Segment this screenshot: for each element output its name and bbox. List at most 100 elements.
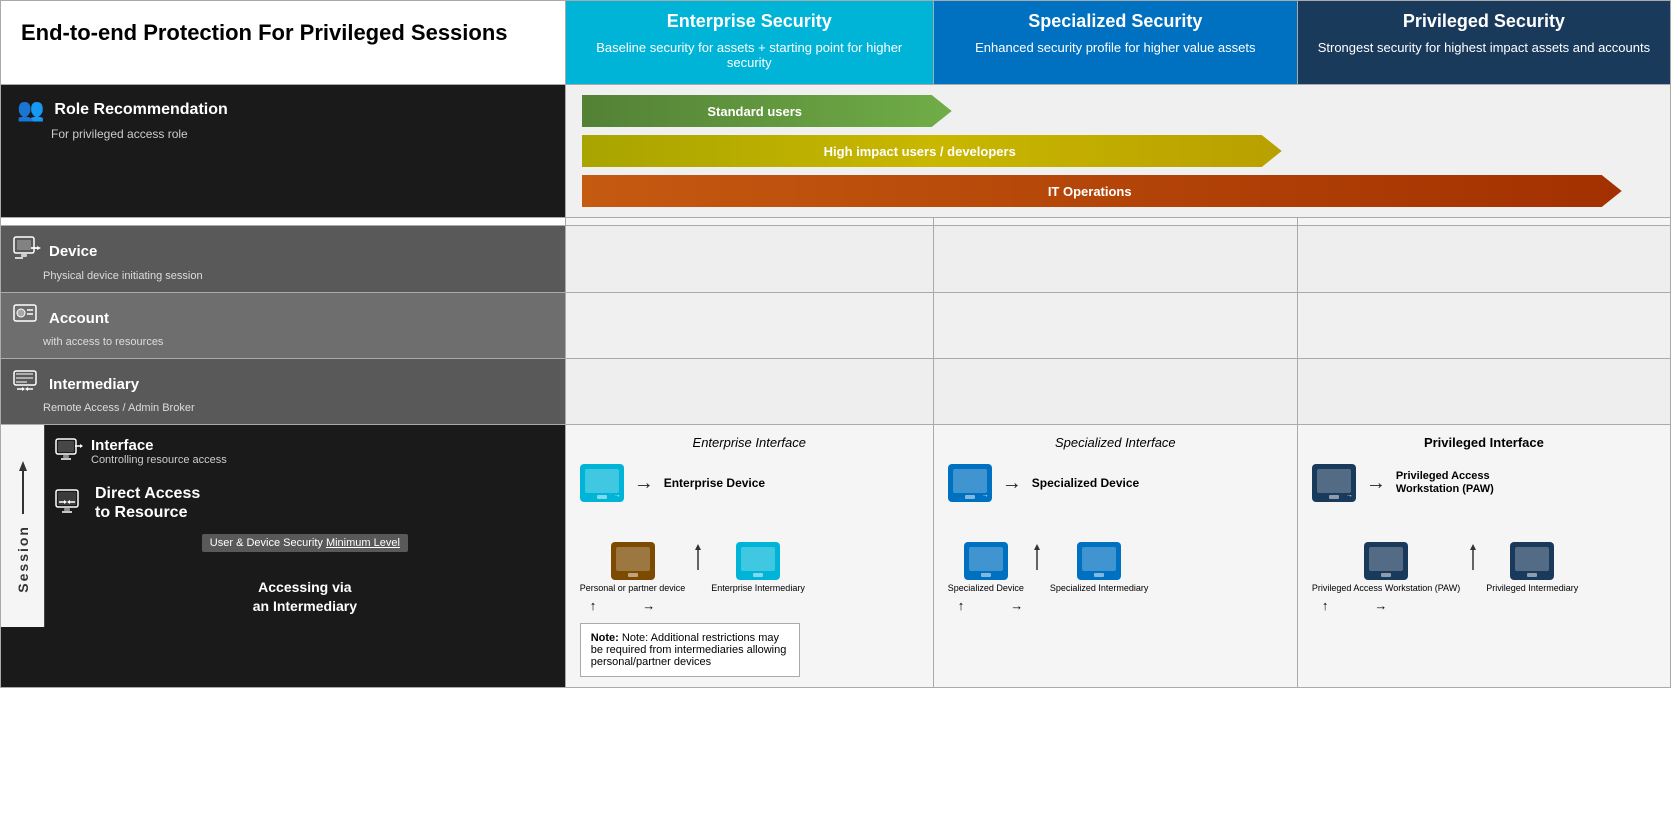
- account-cell: Account with access to resources: [1, 293, 566, 359]
- paw-label: Privileged AccessWorkstation (PAW): [1396, 470, 1494, 496]
- role-title: 👥 Role Recommendation: [17, 97, 549, 123]
- device-cell: Device Physical device initiating sessio…: [1, 226, 566, 293]
- spacer-row-1: [1, 218, 1671, 226]
- header-row: End-to-end Protection For Privileged Ses…: [1, 1, 1671, 85]
- device-row: Device Physical device initiating sessio…: [1, 226, 1671, 293]
- privileged-intermediary-icon: [1510, 542, 1554, 580]
- intermediary-label: Intermediary: [49, 376, 139, 393]
- session-up-arrow: [15, 459, 31, 519]
- role-arrows-cell: Standard users High impact users / devel…: [565, 85, 1670, 218]
- intermediary-enterprise-cell: [565, 359, 933, 425]
- device-sub: Physical device initiating session: [43, 270, 553, 282]
- device-icon: [13, 236, 41, 267]
- specialized-device-inter-icon: [964, 542, 1008, 580]
- direct-access-icon: [55, 488, 87, 519]
- specialized-interface-cell: Specialized Interface → → Specialized De…: [933, 425, 1297, 688]
- main-table: End-to-end Protection For Privileged Ses…: [0, 0, 1671, 688]
- standard-users-arrow: Standard users: [582, 95, 1654, 127]
- device-specialized-cell: [933, 226, 1297, 293]
- enterprise-intermediary-icon: [736, 542, 780, 580]
- enterprise-intermediary-label: Enterprise Intermediary: [711, 583, 805, 594]
- enterprise-interface-cell: Enterprise Interface → → Enterprise Devi…: [565, 425, 933, 688]
- privileged-inter-up-arrow: [1466, 542, 1480, 572]
- note-box: Note: Note: Additional restrictions may …: [580, 623, 800, 677]
- users-icon: 👥: [17, 97, 44, 123]
- specialized-title: Specialized Security: [934, 1, 1297, 36]
- account-enterprise-cell: [565, 293, 933, 359]
- interface-label-row: Interface Controlling resource access: [55, 437, 555, 466]
- specialized-device-label: Specialized Device: [1032, 476, 1139, 490]
- specialized-device-icon: →: [948, 464, 992, 502]
- specialized-direct-flow: → → Specialized Device: [948, 464, 1283, 502]
- device-label: Device: [49, 243, 97, 260]
- enterprise-desc: Baseline security for assets + starting …: [566, 36, 933, 84]
- enterprise-device-icon: →: [580, 464, 624, 502]
- intermediary-cell: Intermediary Remote Access / Admin Broke…: [1, 359, 566, 425]
- enterprise-title: Enterprise Security: [566, 1, 933, 36]
- personal-device-icon: [611, 542, 655, 580]
- enterprise-header-cell: Enterprise Security Baseline security fo…: [565, 1, 933, 85]
- interface-left-cell: Session: [1, 425, 566, 688]
- interface-icon: [55, 437, 83, 466]
- enterprise-inter-flow-arrows: ↑ →: [590, 598, 919, 613]
- specialized-header-cell: Specialized Security Enhanced security p…: [933, 1, 1297, 85]
- account-icon: [13, 303, 41, 333]
- it-operations-arrow: IT Operations: [582, 175, 1654, 207]
- privileged-header-cell: Privileged Security Strongest security f…: [1297, 1, 1670, 85]
- high-impact-label: High impact users / developers: [824, 144, 1016, 159]
- specialized-intermediary-label: Specialized Intermediary: [1050, 583, 1149, 594]
- role-arrows-container: Standard users High impact users / devel…: [566, 85, 1670, 217]
- specialized-inter-flow-arrows: ↑ →: [958, 598, 1283, 613]
- paw-inter-icon: [1364, 542, 1408, 580]
- page-title: End-to-end Protection For Privileged Ses…: [21, 19, 545, 48]
- role-sub: For privileged access role: [51, 127, 549, 141]
- account-row: Account with access to resources: [1, 293, 1671, 359]
- privileged-interface-title: Privileged Interface: [1312, 435, 1656, 450]
- specialized-inter-up-arrow: [1030, 542, 1044, 572]
- it-operations-label: IT Operations: [1048, 184, 1132, 199]
- interface-sub-text: Controlling resource access: [91, 454, 227, 466]
- enterprise-intermediary-flow: Personal or partner device: [580, 542, 919, 613]
- privileged-direct-arrow: →: [1366, 472, 1386, 495]
- role-row: 👥 Role Recommendation For privileged acc…: [1, 85, 1671, 218]
- specialized-interface-title: Specialized Interface: [948, 435, 1283, 450]
- header-left-cell: End-to-end Protection For Privileged Ses…: [1, 1, 566, 85]
- paw-icon: →: [1312, 464, 1356, 502]
- specialized-intermediary-icon: [1077, 542, 1121, 580]
- enterprise-inter-up-arrow: [691, 542, 705, 572]
- privileged-title: Privileged Security: [1298, 1, 1670, 36]
- personal-device-label: Personal or partner device: [580, 583, 686, 594]
- specialized-device-inter-label: Specialized Device: [948, 583, 1024, 594]
- specialized-desc: Enhanced security profile for higher val…: [934, 36, 1297, 69]
- privileged-inter-flow-arrows: ↑ →: [1322, 598, 1656, 613]
- enterprise-direct-arrow: →: [634, 472, 654, 495]
- intermediary-privileged-cell: [1297, 359, 1670, 425]
- privileged-desc: Strongest security for highest impact as…: [1298, 36, 1670, 69]
- intermediary-specialized-cell: [933, 359, 1297, 425]
- device-enterprise-cell: [565, 226, 933, 293]
- privileged-intermediary-label: Privileged Intermediary: [1486, 583, 1578, 594]
- account-sub: with access to resources: [43, 336, 553, 348]
- paw-inter-label: Privileged Access Workstation (PAW): [1312, 583, 1460, 594]
- privileged-interface-cell: Privileged Interface → → Privileged Acce…: [1297, 425, 1670, 688]
- specialized-direct-arrow: →: [1002, 472, 1022, 495]
- privileged-intermediary-flow: Privileged Access Workstation (PAW): [1312, 542, 1656, 613]
- device-privileged-cell: [1297, 226, 1670, 293]
- direct-access-row: Direct Access to Resource: [55, 484, 555, 522]
- intermediary-sub: Remote Access / Admin Broker: [43, 402, 553, 414]
- interface-row: Session: [1, 425, 1671, 688]
- account-specialized-cell: [933, 293, 1297, 359]
- direct-access-label: Direct Access to Resource: [95, 484, 200, 522]
- min-level-badge: User & Device Security Minimum Level: [202, 534, 408, 552]
- accessing-label: Accessing via an Intermediary: [55, 578, 555, 614]
- enterprise-interface-title: Enterprise Interface: [580, 435, 919, 450]
- standard-users-label: Standard users: [707, 104, 802, 119]
- enterprise-device-label: Enterprise Device: [664, 476, 765, 490]
- high-impact-arrow: High impact users / developers: [582, 135, 1654, 167]
- enterprise-direct-flow: → → Enterprise Device: [580, 464, 919, 502]
- role-left-cell: 👥 Role Recommendation For privileged acc…: [1, 85, 566, 218]
- account-privileged-cell: [1297, 293, 1670, 359]
- intermediary-row: Intermediary Remote Access / Admin Broke…: [1, 359, 1671, 425]
- specialized-intermediary-flow: Specialized Device: [948, 542, 1283, 613]
- session-label: Session: [15, 525, 31, 593]
